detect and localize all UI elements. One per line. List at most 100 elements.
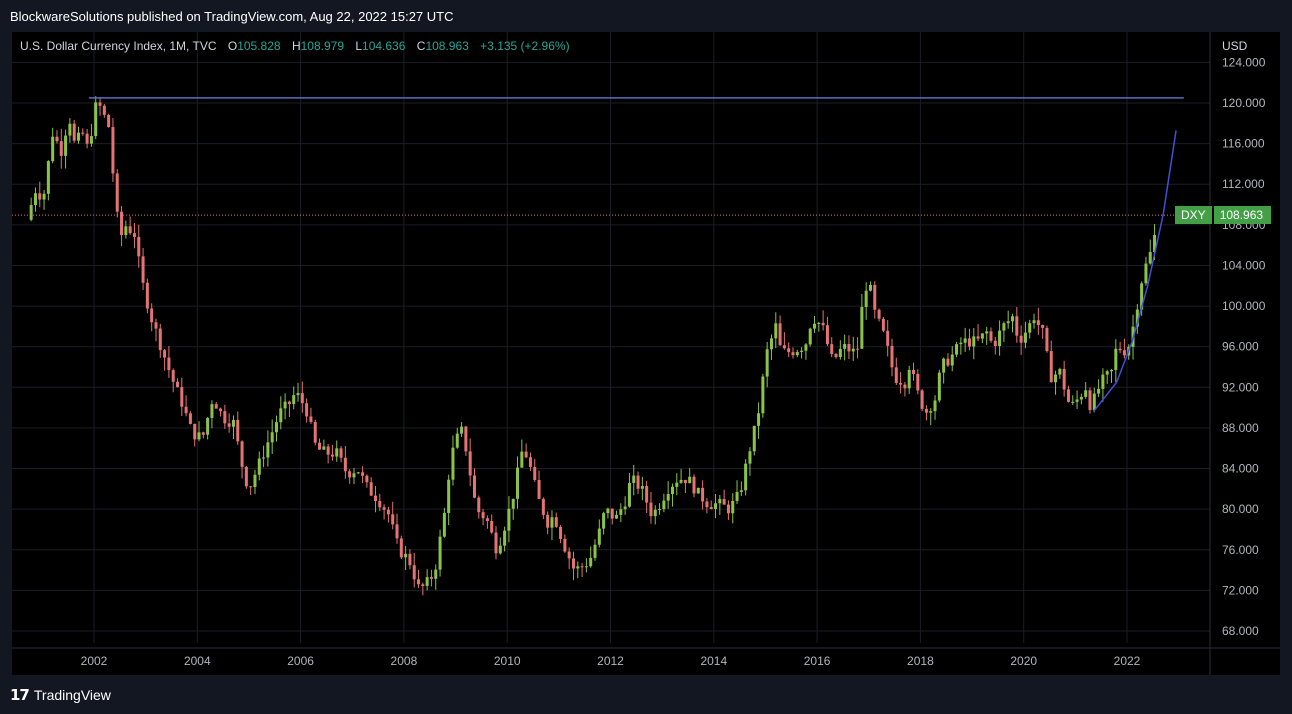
candle-body <box>847 344 851 352</box>
candle-body <box>343 457 347 472</box>
y-tick-label: 104.000 <box>1222 258 1266 272</box>
candle-body <box>817 322 821 324</box>
candle-body <box>619 509 623 515</box>
x-tick-label: 2008 <box>391 654 418 668</box>
candle-body <box>632 475 636 484</box>
candle-body <box>365 475 369 483</box>
candle-body <box>890 345 894 368</box>
candle-body <box>270 432 274 443</box>
candle-body <box>808 328 812 345</box>
candle-body <box>860 306 864 349</box>
candle-body <box>946 358 950 366</box>
candle-body <box>89 136 93 144</box>
candle-body <box>559 526 563 539</box>
candle-body <box>804 344 808 351</box>
candle-body <box>201 432 205 435</box>
candle-body <box>602 513 606 529</box>
candle-body <box>692 476 696 494</box>
candle-body <box>81 132 85 134</box>
candle-body <box>356 472 360 474</box>
candle-body <box>726 504 730 514</box>
x-tick-label: 2006 <box>287 654 314 668</box>
candle-body <box>972 336 976 347</box>
currency-label: USD <box>1222 39 1248 53</box>
candle-body <box>417 579 421 585</box>
candle-body <box>193 423 197 440</box>
candle-body <box>378 501 382 508</box>
candle-body <box>236 419 240 442</box>
candle-body <box>653 509 657 517</box>
candle-body <box>1079 396 1083 400</box>
candle-body <box>309 416 313 422</box>
footer <box>0 675 1292 714</box>
x-tick-label: 2018 <box>907 654 934 668</box>
candle-body <box>1101 374 1105 389</box>
candle-body <box>197 432 201 440</box>
candle-body <box>821 322 825 326</box>
symbol-legend[interactable]: U.S. Dollar Currency Index, 1M, TVC O105… <box>20 39 570 53</box>
candle-body <box>636 475 640 489</box>
candle-body <box>455 433 459 448</box>
candle-body <box>709 507 713 510</box>
candle-body <box>851 348 855 352</box>
candle-body <box>425 577 429 586</box>
candle-body <box>571 558 575 569</box>
candle-body <box>442 512 446 537</box>
y-tick-label: 84.000 <box>1222 462 1259 476</box>
y-tick-label: 76.000 <box>1222 543 1259 557</box>
candle-body <box>567 551 571 559</box>
candle-body <box>627 483 631 507</box>
candle-body <box>795 351 799 356</box>
candle-body <box>856 348 860 350</box>
candle-body <box>533 466 537 480</box>
candle-body <box>1041 325 1045 328</box>
candle-body <box>886 330 890 346</box>
candle-body <box>72 123 76 141</box>
candle-body <box>580 566 584 568</box>
candle-body <box>244 466 248 487</box>
x-tick-label: 2012 <box>597 654 624 668</box>
candle-body <box>180 387 184 407</box>
candle-body <box>998 330 1002 346</box>
candle-body <box>464 426 468 452</box>
candle-body <box>404 553 408 558</box>
candle-body <box>1092 393 1096 411</box>
price-chart[interactable]: 124.000120.000116.000112.000108.000104.0… <box>0 0 1292 714</box>
y-tick-label: 92.000 <box>1222 380 1259 394</box>
candle-body <box>1002 323 1006 331</box>
candle-body <box>94 102 98 137</box>
candle-body <box>1028 323 1032 333</box>
candle-body <box>38 193 42 200</box>
candle-body <box>330 454 334 457</box>
high-label: H <box>291 39 301 53</box>
candle-body <box>68 123 72 136</box>
candle-body <box>830 344 834 354</box>
candle-body <box>274 422 279 433</box>
candle-body <box>1122 350 1126 356</box>
candle-body <box>666 494 670 501</box>
candle-body <box>528 457 532 467</box>
candle-body <box>748 451 752 464</box>
candle-body <box>132 233 136 237</box>
candle-body <box>150 308 154 323</box>
candle-body <box>296 393 300 396</box>
candle-body <box>597 528 601 545</box>
candle-body <box>1118 348 1122 351</box>
candle-body <box>843 344 847 349</box>
candle-body <box>266 442 270 458</box>
candle-body <box>279 408 283 423</box>
candle-body <box>1075 399 1079 402</box>
candle-body <box>873 284 877 310</box>
x-tick-label: 2014 <box>700 654 727 668</box>
candle-body <box>1062 368 1066 390</box>
candle-body <box>188 413 192 424</box>
candle-body <box>696 487 700 494</box>
parabolic-curve <box>1092 130 1177 413</box>
candle-body <box>752 425 756 452</box>
candle-body <box>825 325 829 345</box>
candle-body <box>670 486 674 495</box>
x-tick-label: 2010 <box>494 654 521 668</box>
candle-body <box>675 482 679 487</box>
candle-body <box>955 344 959 355</box>
tradingview-logo[interactable]: 17 TradingView <box>10 686 111 704</box>
